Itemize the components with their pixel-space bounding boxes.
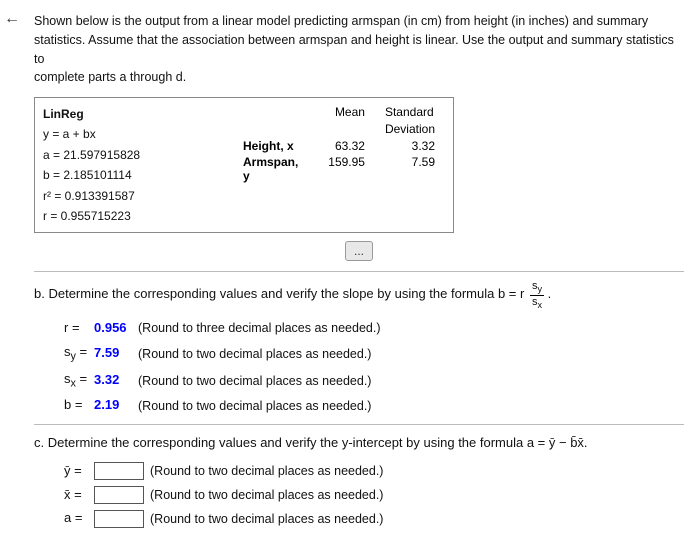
std-header-1: Standard — [375, 104, 445, 121]
ybar-note: (Round to two decimal places as needed.) — [150, 461, 383, 481]
mean-header: Mean — [318, 104, 375, 121]
answer-row-xbar[interactable]: x̄ = (Round to two decimal places as nee… — [64, 485, 684, 506]
intro-text: Shown below is the output from a linear … — [34, 12, 684, 87]
r-value: 0.956 — [94, 318, 132, 339]
b-value: 2.19 — [94, 395, 132, 416]
answer-row-b: b = 2.19 (Round to two decimal places as… — [64, 395, 684, 416]
b-label: b = — [64, 395, 94, 416]
answer-row-sx: sx = 3.32 (Round to two decimal places a… — [64, 369, 684, 393]
stats-row-height: Height, x 63.32 3.32 — [233, 138, 445, 154]
divider — [34, 271, 684, 272]
sx-label: sx = — [64, 369, 94, 393]
linreg-eq-1: y = a + bx — [43, 124, 213, 144]
formula-fraction: sy sx — [530, 280, 544, 310]
linreg-block: LinReg y = a + bx a = 21.597915828 b = 2… — [34, 97, 454, 233]
linreg-title: LinReg — [43, 104, 213, 124]
a-note: (Round to two decimal places as needed.) — [150, 509, 383, 529]
stats-table: Mean Standard Deviation Height, x 63.32 … — [233, 104, 445, 184]
linreg-eq-5: r = 0.955715223 — [43, 206, 213, 226]
stats-row-armspan: Armspan, y 159.95 7.59 — [233, 154, 445, 184]
std-header-2: Deviation — [375, 121, 445, 138]
ybar-label: ȳ = — [64, 461, 94, 482]
xbar-note: (Round to two decimal places as needed.) — [150, 485, 383, 505]
expand-row: ... — [34, 241, 684, 261]
sy-value: 7.59 — [94, 343, 132, 364]
divider-2 — [34, 424, 684, 425]
answer-row-sy: sy = 7.59 (Round to two decimal places a… — [64, 342, 684, 366]
ybar-input[interactable] — [94, 462, 144, 480]
xbar-input[interactable] — [94, 486, 144, 504]
sx-value: 3.32 — [94, 370, 132, 391]
part-c-label: c. Determine the corresponding values an… — [34, 433, 684, 453]
back-arrow-icon[interactable]: ← — [4, 10, 20, 28]
linreg-eq-4: r² = 0.913391587 — [43, 186, 213, 206]
r-label: r = — [64, 318, 94, 339]
r-note: (Round to three decimal places as needed… — [138, 318, 381, 338]
b-note: (Round to two decimal places as needed.) — [138, 396, 371, 416]
a-input[interactable] — [94, 510, 144, 528]
xbar-label: x̄ = — [64, 485, 94, 506]
sy-note: (Round to two decimal places as needed.) — [138, 344, 371, 364]
a-label: a = — [64, 508, 94, 529]
stats-table-container: Mean Standard Deviation Height, x 63.32 … — [233, 104, 445, 184]
sx-note: (Round to two decimal places as needed.) — [138, 371, 371, 391]
answer-row-r: r = 0.956 (Round to three decimal places… — [64, 318, 684, 339]
sy-label: sy = — [64, 342, 94, 366]
linreg-eq-3: b = 2.185101114 — [43, 165, 213, 185]
linreg-eq-2: a = 21.597915828 — [43, 145, 213, 165]
answer-row-ybar[interactable]: ȳ = (Round to two decimal places as need… — [64, 461, 684, 482]
expand-button[interactable]: ... — [345, 241, 373, 261]
part-b-label: b. Determine the corresponding values an… — [34, 280, 684, 310]
part-b-answers: r = 0.956 (Round to three decimal places… — [64, 318, 684, 416]
answer-row-a[interactable]: a = (Round to two decimal places as need… — [64, 508, 684, 529]
part-c-answers: ȳ = (Round to two decimal places as need… — [64, 461, 684, 529]
linreg-equations: LinReg y = a + bx a = 21.597915828 b = 2… — [43, 104, 213, 226]
